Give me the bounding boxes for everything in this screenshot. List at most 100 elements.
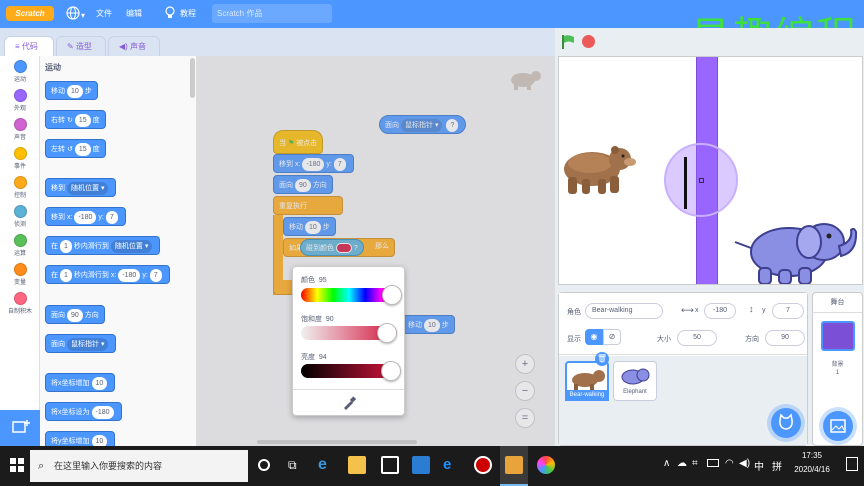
x-input[interactable]: -180 <box>704 303 736 319</box>
block-set-x[interactable]: 将x坐标设为 -180 <box>45 402 122 421</box>
elephant-sprite[interactable] <box>729 212 859 284</box>
show-visible-button[interactable]: ◉ <box>585 329 603 345</box>
color-picker-popup: 颜色 95 饱和度 90 亮度 94 <box>292 266 405 416</box>
block-move-steps[interactable]: 移动 10 步 <box>45 81 98 100</box>
block-turn-left[interactable]: 左转 ↺ 15 度 <box>45 139 106 158</box>
sprite-thumb-elephant[interactable]: Elephant <box>613 361 657 401</box>
sprite-info-panel: 角色 Bear-walking ⟷ x -180 ↕ y 7 显示 ◉ ⊘ 大小… <box>559 293 807 355</box>
saturation-slider-handle[interactable] <box>377 323 398 343</box>
saturation-label: 饱和度 <box>301 316 322 323</box>
notes-app-icon[interactable] <box>505 456 523 474</box>
stop-button[interactable] <box>582 35 595 48</box>
taskbar-search-box[interactable]: ⌕ 在这里输入你要搜索的内容 <box>30 450 248 482</box>
block-turn-right[interactable]: 右转 ↻ 15 度 <box>45 110 106 129</box>
category-variables[interactable]: 变量 <box>0 263 40 286</box>
recorder-icon[interactable] <box>474 456 492 474</box>
battery-icon[interactable] <box>707 459 719 467</box>
menu-tutorials[interactable]: 教程 <box>180 8 196 19</box>
store-icon[interactable] <box>381 456 399 474</box>
eyedropper-button[interactable] <box>341 395 357 413</box>
ime-language[interactable]: 中 <box>754 458 764 473</box>
hue-value: 95 <box>318 277 327 284</box>
search-icon: ⌕ <box>38 460 45 472</box>
block-glide-to[interactable]: 在 1 秒内滑行到 随机位置 ▾ <box>45 236 161 255</box>
block-change-x[interactable]: 将x坐标增加 10 <box>45 373 116 392</box>
cortana-icon[interactable] <box>258 459 270 471</box>
bear-sprite[interactable] <box>560 141 636 197</box>
brightness-slider-handle[interactable] <box>381 361 402 381</box>
loupe-center-mark <box>699 178 704 183</box>
category-events[interactable]: 事件 <box>0 147 40 170</box>
edge-browser-icon[interactable]: e <box>318 456 336 474</box>
block-point-towards[interactable]: 面向 鼠标指针 ▾ <box>45 334 117 353</box>
y-input[interactable]: 7 <box>772 303 804 319</box>
scratch-logo[interactable]: Scratch <box>6 6 54 21</box>
block-glide-xy[interactable]: 在 1 秒内滑行到 x: -180 y: 7 <box>45 265 170 284</box>
color-app-icon[interactable] <box>537 456 555 474</box>
category-my-blocks[interactable]: 自制积木 <box>0 292 40 315</box>
size-label: 大小 <box>657 336 671 343</box>
loupe-black-line <box>684 157 687 209</box>
block-goto[interactable]: 移到 随机位置 ▾ <box>45 178 117 197</box>
category-sound[interactable]: 声音 <box>0 118 40 141</box>
mail-icon[interactable] <box>412 456 430 474</box>
block-point-direction[interactable]: 面向 90 方向 <box>45 305 105 324</box>
brightness-value: 94 <box>318 354 327 361</box>
category-sensing[interactable]: 侦测 <box>0 205 40 228</box>
block-goto-xy[interactable]: 移到 x: -180 y: 7 <box>45 207 126 226</box>
category-motion[interactable]: 运动 <box>0 60 40 83</box>
y-label: y <box>762 307 766 314</box>
windows-logo-icon <box>10 458 24 472</box>
globe-icon[interactable] <box>66 6 80 22</box>
speaker-icon: ◀) <box>119 42 131 51</box>
choose-sprite-button[interactable] <box>771 408 801 438</box>
cloud-icon[interactable]: ☁ <box>677 458 687 469</box>
project-title-input[interactable]: Scratch 作品 <box>212 4 332 23</box>
menu-edit[interactable]: 编辑 <box>126 8 142 19</box>
size-input[interactable]: 50 <box>677 330 717 346</box>
backdrop-label: 背景 <box>831 362 844 368</box>
add-extension-button[interactable] <box>0 410 40 446</box>
category-looks[interactable]: 外观 <box>0 89 40 112</box>
stage-thumbnail[interactable] <box>821 321 855 351</box>
palette-scrollbar[interactable] <box>190 58 195 98</box>
category-menu: 运动 外观 声音 事件 控制 侦测 运算 变量 自制积木 <box>0 56 40 446</box>
direction-input[interactable]: 90 <box>765 330 805 346</box>
block-change-y[interactable]: 将y坐标增加 10 <box>45 431 116 446</box>
tab-sounds[interactable]: ◀) 声音 <box>108 36 160 56</box>
trash-icon: 🗑 <box>596 354 608 363</box>
notification-center-icon[interactable] <box>846 457 858 471</box>
network-icon[interactable]: ⌗ <box>692 458 698 469</box>
green-flag-button[interactable] <box>561 34 575 52</box>
volume-icon[interactable]: ◀) <box>739 458 750 469</box>
task-view-icon[interactable]: ⧉ <box>288 458 297 473</box>
file-explorer-icon[interactable] <box>348 456 366 474</box>
tab-costumes[interactable]: ✎ 造型 <box>56 36 106 56</box>
cat-icon <box>779 413 793 430</box>
tab-code[interactable]: ≡ 代码 <box>4 36 54 56</box>
sprite-thumb-bear[interactable]: Bear-walking <box>565 361 609 401</box>
eyedropper-icon <box>344 396 357 410</box>
clock-time[interactable]: 17:35 <box>790 451 834 460</box>
taskbar-search-placeholder: 在这里输入你要搜索的内容 <box>54 461 163 471</box>
menu-file[interactable]: 文件 <box>96 8 112 19</box>
internet-explorer-icon[interactable]: e <box>443 456 461 474</box>
stage-canvas[interactable] <box>558 56 863 285</box>
sprite-thumb-label: Bear-walking <box>565 390 609 401</box>
category-operators[interactable]: 运算 <box>0 234 40 257</box>
chevron-down-icon: ▾ <box>81 11 86 20</box>
category-control[interactable]: 控制 <box>0 176 40 199</box>
delete-sprite-button[interactable]: 🗑 <box>595 352 609 366</box>
wifi-icon[interactable]: ◠ <box>725 458 734 469</box>
windows-start-button[interactable] <box>10 458 24 474</box>
ime-mode[interactable]: 拼 <box>772 458 782 473</box>
sprite-list: Bear-walking 🗑 Elephant <box>559 352 807 445</box>
image-icon <box>830 419 846 433</box>
show-hidden-button[interactable]: ⊘ <box>603 329 621 345</box>
choose-backdrop-button[interactable] <box>823 411 853 441</box>
sprite-name-input[interactable]: Bear-walking <box>585 303 663 319</box>
clock-date[interactable]: 2020/4/16 <box>788 465 836 474</box>
show-hidden-icons[interactable]: ∧ <box>663 458 670 469</box>
hue-slider-handle[interactable] <box>382 285 403 305</box>
windows-taskbar: ⌕ 在这里输入你要搜索的内容 ⧉ e e ∧ ☁ ⌗ ◠ ◀) 中 拼 17:3… <box>0 446 864 486</box>
